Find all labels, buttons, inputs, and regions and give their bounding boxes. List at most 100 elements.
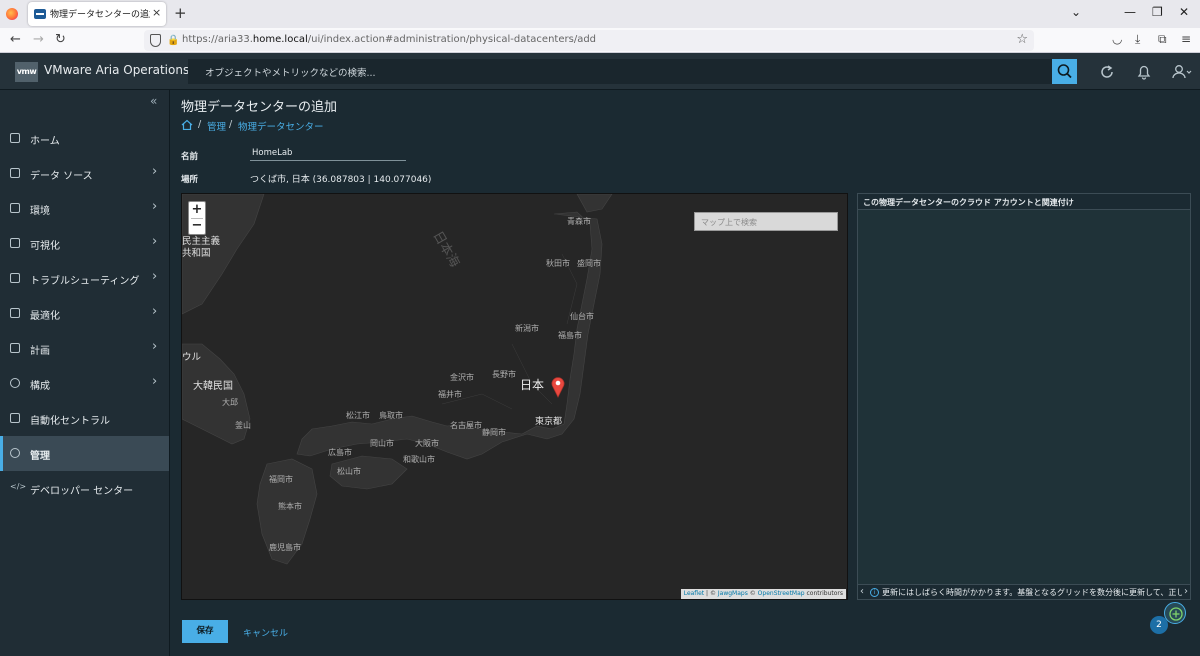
name-input[interactable]: HomeLab — [250, 148, 406, 161]
map-search-input[interactable]: マップ上で検索 — [694, 212, 838, 231]
code-icon: </> — [10, 482, 27, 491]
zoom-out-button[interactable]: − — [189, 218, 205, 234]
sidebar-item-label: デベロッパー センター — [30, 486, 134, 497]
breadcrumb-link-physical-datacenter[interactable]: 物理データセンター — [238, 119, 324, 133]
chevron-right-icon[interactable]: › — [1184, 586, 1188, 597]
sidebar-item-configure[interactable]: 構成 › — [0, 366, 169, 401]
map-label-tottori: 鳥取市 — [379, 411, 403, 420]
sidebar-item-label: データ ソース — [30, 171, 93, 182]
environment-icon — [10, 203, 20, 213]
jawgmaps-link[interactable]: JawgMaps — [718, 590, 748, 597]
browser-tab[interactable]: 物理データセンターの追加 - VMware × — [28, 2, 166, 26]
forward-icon[interactable]: → — [33, 32, 44, 48]
collapse-sidebar-icon[interactable]: « — [150, 94, 157, 108]
bookmark-star-icon[interactable]: ☆ — [1016, 32, 1028, 47]
chevron-right-icon: › — [152, 374, 158, 389]
page-title: 物理データセンターの追加 — [181, 100, 338, 115]
vmw-logo: vmw — [15, 62, 38, 82]
visualize-icon — [10, 238, 20, 248]
menu-icon[interactable]: ≡ — [1181, 32, 1191, 46]
map-label-fukui: 福井市 — [438, 390, 462, 399]
search-placeholder: オブジェクトやメトリックなどの検索... — [205, 68, 376, 79]
map-label-osaka: 大阪市 — [415, 439, 439, 448]
cloud-account-panel: この物理データセンターのクラウド アカウントと関連付け ‹ i 更新にはしばらく… — [857, 193, 1191, 600]
map-label-tokyo: 東京都 — [535, 417, 563, 427]
cancel-button[interactable]: キャンセル — [243, 626, 288, 639]
vmware-favicon-icon — [34, 9, 46, 19]
sidebar-item-plan[interactable]: 計画 › — [0, 331, 169, 366]
optimize-icon — [10, 308, 20, 318]
close-window-icon[interactable]: ✕ — [1179, 5, 1189, 19]
map-label-kanazawa: 金沢市 — [450, 373, 474, 382]
bell-icon[interactable] — [1135, 63, 1153, 81]
sidebar-item-data-sources[interactable]: データ ソース › — [0, 156, 169, 191]
save-button[interactable]: 保存 — [182, 620, 228, 643]
breadcrumb-separator: / — [198, 119, 202, 130]
sidebar-item-home[interactable]: ホーム — [0, 121, 169, 156]
info-icon: i — [870, 588, 879, 597]
chevron-right-icon: › — [152, 304, 158, 319]
user-icon[interactable] — [1171, 63, 1193, 81]
sidebar-item-troubleshooting[interactable]: トラブルシューティング › — [0, 261, 169, 296]
search-icon — [1057, 64, 1072, 79]
sidebar-item-developer-center[interactable]: </> デベロッパー センター — [0, 471, 169, 506]
location-pin-icon[interactable] — [551, 376, 565, 398]
tab-close-icon[interactable]: × — [152, 6, 161, 19]
sidebar-item-label: 最適化 — [30, 311, 60, 322]
plan-icon — [10, 343, 20, 353]
map-zoom-control: + − — [188, 201, 206, 235]
sidebar-item-label: 管理 — [30, 451, 50, 462]
location-value: つくば市, 日本 (36.087803 | 140.077046) — [250, 175, 432, 185]
tracking-shield-icon[interactable] — [150, 34, 161, 47]
home-icon[interactable] — [181, 119, 193, 130]
map-label-kagoshima: 鹿児島市 — [269, 543, 301, 552]
sidebar-item-optimize[interactable]: 最適化 › — [0, 296, 169, 331]
sidebar-item-visualize[interactable]: 可視化 › — [0, 226, 169, 261]
minimize-icon[interactable]: — — [1124, 5, 1136, 19]
reload-icon[interactable]: ↻ — [55, 32, 66, 48]
sidebar-item-administration[interactable]: 管理 — [0, 436, 169, 471]
home-icon — [10, 133, 20, 143]
map-label-fukushima: 福島市 — [558, 331, 582, 340]
download-icon[interactable]: ⤓ — [1135, 32, 1140, 47]
new-tab-button[interactable]: + — [174, 4, 187, 22]
map-label-kumamoto: 熊本市 — [278, 502, 302, 511]
map-label-busan: 釜山 — [235, 421, 251, 430]
app-header: vmw VMware Aria Operations オブジェクトやメトリックな… — [0, 53, 1200, 90]
sidebar-item-label: 計画 — [30, 346, 50, 357]
map-label-south-korea: 大韓民国 — [193, 381, 233, 392]
map-label-wakayama: 和歌山市 — [403, 455, 435, 464]
restore-icon[interactable]: ❐ — [1152, 5, 1163, 19]
location-label: 場所 — [181, 175, 199, 185]
map-label-daegu: 大邱 — [222, 398, 238, 407]
url-text[interactable]: https://aria33.home.local/ui/index.actio… — [182, 34, 596, 45]
openstreetmap-link[interactable]: OpenStreetMap — [758, 590, 805, 597]
notification-badge[interactable]: 2 — [1150, 616, 1168, 634]
url-bar[interactable]: 🔒 https://aria33.home.local/ui/index.act… — [144, 30, 1034, 51]
chevron-left-icon[interactable]: ‹ — [860, 586, 864, 597]
back-icon[interactable]: ← — [10, 32, 21, 48]
extensions-icon[interactable]: ⧉ — [1158, 32, 1167, 47]
sidebar-item-label: 環境 — [30, 206, 50, 217]
tab-list-chevron-icon[interactable]: ⌄ — [1071, 5, 1081, 19]
chevron-right-icon: › — [152, 199, 158, 214]
global-search-input[interactable]: オブジェクトやメトリックなどの検索... — [188, 59, 1052, 84]
breadcrumb-link-admin[interactable]: 管理 — [207, 119, 226, 133]
browser-tab-strip: 物理データセンターの追加 - VMware × + ⌄ — ❐ ✕ — [0, 0, 1200, 28]
leaflet-link[interactable]: Leaflet — [684, 590, 704, 597]
refresh-icon[interactable] — [1098, 63, 1116, 81]
sidebar-item-environment[interactable]: 環境 › — [0, 191, 169, 226]
zoom-in-button[interactable]: + — [189, 202, 205, 218]
firefox-logo-icon[interactable] — [6, 8, 18, 20]
sidebar-item-label: 自動化セントラル — [30, 416, 110, 427]
map-label-matsuyama: 松山市 — [337, 467, 361, 476]
map-label-okayama: 岡山市 — [370, 439, 394, 448]
pocket-icon[interactable]: ◡ — [1112, 32, 1122, 46]
sidebar-item-label: 可視化 — [30, 241, 60, 252]
chevron-right-icon: › — [152, 234, 158, 249]
lock-icon[interactable]: 🔒 — [167, 35, 179, 46]
location-map[interactable]: 民主主義 共和国 日本海 ウル 青森市 秋田市 盛岡市 仙台市 新潟市 福島市 … — [181, 193, 848, 600]
search-button[interactable] — [1052, 59, 1077, 84]
sidebar-item-automation-central[interactable]: 自動化セントラル — [0, 401, 169, 436]
map-label-niigata: 新潟市 — [515, 324, 539, 333]
